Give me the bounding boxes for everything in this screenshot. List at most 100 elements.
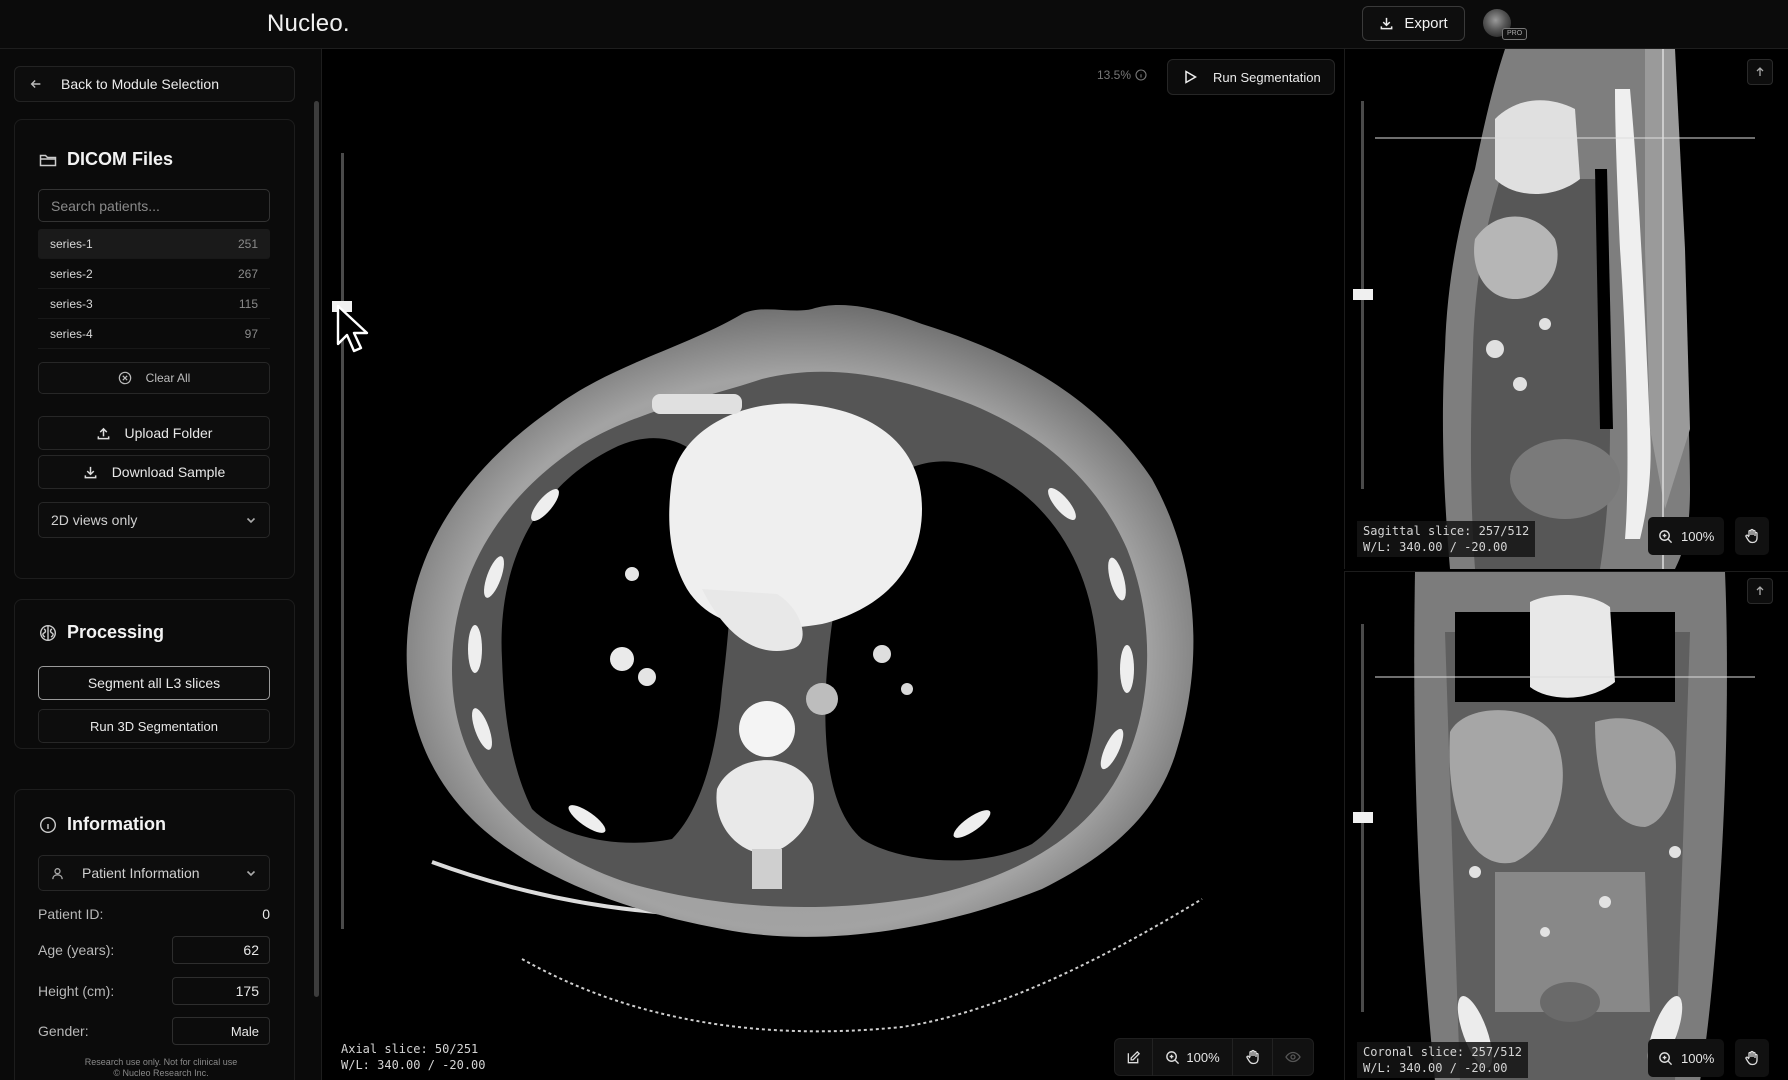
series-count: 115	[238, 296, 258, 311]
sagittal-viewer[interactable]: Sagittal slice: 257/512 W/L: 340.00 / -2…	[1344, 49, 1788, 569]
coronal-slice-text: Coronal slice: 257/512	[1363, 1045, 1522, 1059]
coronal-expand-button[interactable]	[1747, 578, 1773, 604]
circle-x-icon	[118, 371, 131, 385]
chevron-down-icon	[246, 870, 256, 877]
axial-zoom-value: 100%	[1186, 1049, 1220, 1065]
series-count: 251	[237, 236, 258, 251]
height-row: Height (cm): 175	[38, 976, 270, 1006]
sagittal-slice-text: Sagittal slice: 257/512	[1363, 524, 1530, 538]
view-mode-select[interactable]: 2D views only	[38, 502, 270, 538]
sagittal-wl-text: W/L: 340.00 / -20.00	[1363, 540, 1508, 554]
coronal-slider-thumb[interactable]	[1353, 812, 1373, 823]
axial-zoom-button[interactable]: 100%	[1153, 1038, 1233, 1076]
series-count: 97	[244, 326, 258, 341]
age-label: Age (years):	[38, 942, 115, 958]
footer-line-1: Research use only. Not for clinical use	[84, 1057, 238, 1067]
series-count: 267	[237, 266, 258, 281]
height-label: Height (cm):	[38, 983, 115, 999]
coronal-zoom-button[interactable]: 100%	[1648, 1039, 1725, 1077]
dicom-files-title: DICOM Files	[67, 149, 174, 169]
sagittal-slider-thumb[interactable]	[1353, 289, 1373, 300]
run-3d-label: Run 3D Segmentation	[90, 718, 218, 734]
brain-icon	[39, 624, 57, 641]
patient-information-select[interactable]: Patient Information	[38, 855, 270, 891]
series-row-3[interactable]: series-3 115	[38, 289, 270, 319]
coronal-ct-image	[1375, 572, 1755, 1080]
upload-folder-button[interactable]: Upload Folder	[38, 416, 270, 450]
brand-logo: Nucleo.	[267, 10, 350, 37]
sidebar-scrollbar[interactable]	[314, 101, 319, 997]
segment-l3-button[interactable]: Segment all L3 slices	[38, 666, 270, 700]
gender-select[interactable]: Male	[172, 1017, 270, 1045]
upload-icon	[97, 427, 109, 439]
download-sample-button[interactable]: Download Sample	[38, 455, 270, 489]
export-label: Export	[1404, 15, 1448, 32]
download-icon	[1380, 17, 1393, 30]
sagittal-expand-button[interactable]	[1747, 59, 1773, 85]
info-icon	[39, 816, 57, 833]
footer-line-2: © Nucleo Research Inc.	[113, 1068, 209, 1078]
annotate-tool-button[interactable]	[1115, 1038, 1153, 1076]
dicom-files-heading: DICOM Files	[39, 149, 173, 170]
coronal-pan-button[interactable]	[1735, 1039, 1769, 1077]
back-to-module-button[interactable]: Back to Module Selection	[14, 66, 295, 102]
visibility-toggle-button[interactable]	[1273, 1038, 1313, 1076]
zoom-in-icon	[1659, 1051, 1673, 1065]
sagittal-pan-button[interactable]	[1735, 517, 1769, 555]
info-icon	[1135, 69, 1147, 81]
top-bar: Nucleo. Export PRO	[0, 0, 1788, 49]
app-root: Nucleo. Export PRO Back to Module Select…	[0, 0, 1788, 1080]
sagittal-zoom-value: 100%	[1681, 528, 1715, 544]
gender-row: Gender: Male	[38, 1016, 270, 1046]
upload-folder-label: Upload Folder	[124, 425, 213, 441]
age-input[interactable]: 62	[172, 936, 270, 964]
export-button[interactable]: Export	[1362, 6, 1465, 41]
patient-id-value: 0	[262, 906, 270, 922]
information-heading: Information	[39, 814, 166, 835]
run-segmentation-button[interactable]: Run Segmentation	[1167, 59, 1335, 95]
coronal-viewer[interactable]: Coronal slice: 257/512 W/L: 340.00 / -20…	[1344, 571, 1788, 1080]
height-input[interactable]: 175	[172, 977, 270, 1005]
download-sample-label: Download Sample	[111, 464, 226, 480]
sagittal-zoom-button[interactable]: 100%	[1648, 517, 1725, 555]
run-3d-segmentation-button[interactable]: Run 3D Segmentation	[38, 709, 270, 743]
pan-tool-button[interactable]	[1233, 1038, 1273, 1076]
pro-badge: PRO	[1502, 28, 1528, 40]
coronal-wl-text: W/L: 340.00 / -20.00	[1363, 1061, 1508, 1075]
gender-label: Gender:	[38, 1023, 89, 1039]
clear-all-button[interactable]: Clear All	[38, 362, 270, 394]
axial-viewer[interactable]: 13.5% Run Segmentation Axial slice: 50/2…	[322, 49, 1344, 1080]
patient-id-row: Patient ID: 0	[38, 899, 270, 929]
information-title: Information	[67, 814, 166, 834]
patient-id-label: Patient ID:	[38, 906, 104, 922]
arrow-up-icon	[1756, 586, 1764, 595]
axial-toolbar: 100%	[1114, 1038, 1314, 1076]
series-name: series-4	[50, 326, 93, 341]
axial-info-overlay: Axial slice: 50/251 W/L: 340.00 / -20.00	[341, 1041, 486, 1073]
back-label: Back to Module Selection	[61, 76, 219, 92]
segmentation-percent: 13.5%	[1097, 68, 1132, 82]
series-row-2[interactable]: series-2 267	[38, 259, 270, 289]
axial-slice-text: Axial slice: 50/251	[341, 1042, 479, 1056]
series-name: series-3	[50, 296, 93, 311]
arrow-left-icon	[30, 80, 41, 88]
processing-title: Processing	[67, 622, 165, 642]
series-row-4[interactable]: series-4 97	[38, 319, 270, 349]
axial-wl-text: W/L: 340.00 / -20.00	[341, 1058, 486, 1072]
coronal-info-overlay: Coronal slice: 257/512 W/L: 340.00 / -20…	[1357, 1042, 1528, 1078]
sidebar: Back to Module Selection DICOM Files ser…	[0, 49, 322, 1080]
series-name: series-1	[50, 236, 93, 251]
run-segmentation-label: Run Segmentation	[1213, 69, 1321, 85]
axial-slice-slider[interactable]	[341, 153, 344, 929]
series-row-1[interactable]: series-1 251	[38, 229, 270, 259]
download-icon	[84, 466, 97, 478]
coronal-zoom-value: 100%	[1681, 1050, 1715, 1066]
user-icon	[52, 867, 63, 879]
mouse-cursor-icon	[336, 304, 369, 353]
search-patients-input[interactable]	[38, 189, 270, 222]
zoom-in-icon	[1659, 529, 1673, 543]
processing-heading: Processing	[39, 622, 164, 643]
age-row: Age (years): 62	[38, 935, 270, 965]
clear-all-label: Clear All	[145, 371, 191, 385]
eye-icon	[1285, 1051, 1301, 1063]
